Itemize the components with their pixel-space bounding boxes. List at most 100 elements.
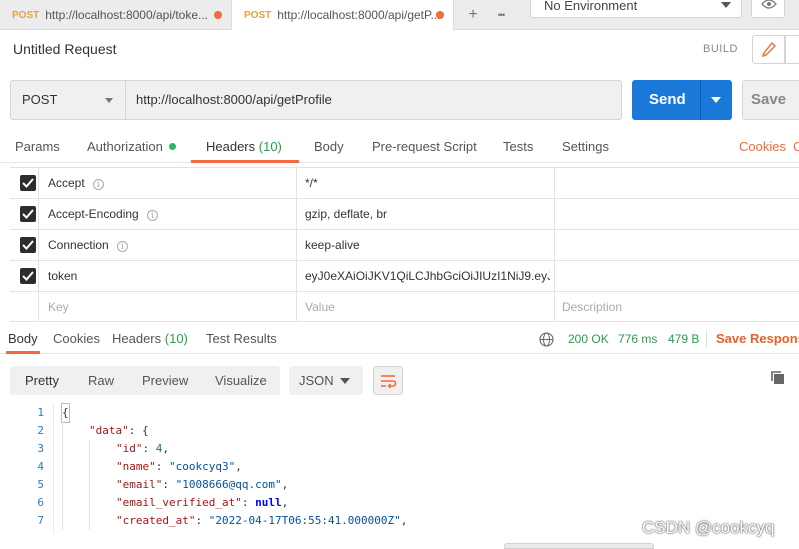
code-text: "id": 4, bbox=[116, 440, 169, 458]
description-input[interactable]: Description bbox=[562, 292, 622, 322]
indent-guide bbox=[62, 458, 63, 476]
check-icon bbox=[22, 240, 34, 250]
row-checkbox[interactable] bbox=[20, 175, 36, 191]
response-tab-body[interactable]: Body bbox=[8, 331, 38, 346]
json-key: "id" bbox=[116, 442, 143, 455]
cookies-link[interactable]: Cookies bbox=[739, 139, 786, 154]
table-row-new: Key Value Description bbox=[10, 291, 799, 322]
code-link[interactable]: C bbox=[793, 139, 799, 154]
method-select[interactable]: POST bbox=[10, 80, 126, 120]
column-divider bbox=[554, 261, 555, 291]
response-tab-headers[interactable]: Headers (10) bbox=[112, 331, 188, 346]
json-separator: : bbox=[128, 424, 142, 437]
json-separator: : bbox=[155, 460, 169, 473]
column-divider bbox=[38, 292, 39, 322]
active-dot-icon bbox=[168, 143, 176, 150]
environment-quick-look-button[interactable] bbox=[751, 0, 785, 18]
more-tabs-button[interactable]: ••• bbox=[487, 0, 515, 30]
row-checkbox[interactable] bbox=[20, 206, 36, 222]
copy-icon[interactable] bbox=[770, 370, 786, 386]
response-tab-test-results[interactable]: Test Results bbox=[206, 331, 277, 346]
header-value[interactable]: keep-alive bbox=[305, 230, 360, 260]
response-body-code[interactable]: 1{2 "data": {3 "id": 4, 4 "name": "cookcyq3"… bbox=[0, 403, 799, 530]
column-divider bbox=[554, 168, 555, 198]
json-string: "cookcyq3" bbox=[169, 460, 236, 473]
edit-button[interactable] bbox=[752, 35, 785, 64]
method-label: POST bbox=[22, 92, 58, 107]
json-comma: , bbox=[162, 442, 169, 455]
tab-authorization-label: Authorization bbox=[87, 139, 163, 154]
column-divider bbox=[296, 168, 297, 198]
tab-params[interactable]: Params bbox=[15, 139, 60, 154]
code-line: 2 "data": { bbox=[0, 422, 799, 440]
response-time[interactable]: 776 ms bbox=[618, 332, 657, 346]
code-line: 1{ bbox=[0, 403, 799, 423]
indent-guide bbox=[89, 512, 90, 530]
json-comma: , bbox=[235, 460, 242, 473]
format-pretty[interactable]: Pretty bbox=[25, 373, 59, 388]
json-separator: : bbox=[241, 496, 256, 509]
url-input[interactable]: http://localhost:8000/api/getProfile bbox=[125, 80, 622, 120]
column-divider bbox=[296, 261, 297, 291]
wrap-lines-button[interactable] bbox=[373, 366, 403, 395]
response-format-group: Pretty Raw Preview Visualize bbox=[10, 366, 280, 395]
key-input[interactable]: Key bbox=[48, 292, 69, 322]
check-icon bbox=[22, 209, 34, 219]
row-checkbox[interactable] bbox=[20, 268, 36, 284]
header-key-text: Accept bbox=[48, 176, 85, 190]
tab-label: http://localhost:8000/api/getP... bbox=[277, 8, 441, 22]
header-value[interactable]: gzip, deflate, br bbox=[305, 199, 387, 229]
header-key[interactable]: Connection i bbox=[48, 230, 128, 260]
request-title[interactable]: Untitled Request bbox=[13, 41, 117, 57]
tab-settings[interactable]: Settings bbox=[562, 139, 609, 154]
json-separator: : bbox=[162, 478, 176, 491]
code-line: 3 "id": 4, bbox=[0, 440, 799, 458]
table-row: token eyJ0eXAiOiJKV1QiLCJhbGciOiJIUzI1Ni… bbox=[10, 260, 799, 291]
save-button[interactable]: Save bbox=[742, 80, 799, 120]
tab-body[interactable]: Body bbox=[314, 139, 344, 154]
bottom-scroll-tab[interactable] bbox=[504, 543, 654, 549]
format-preview[interactable]: Preview bbox=[142, 373, 188, 388]
response-headers-count: (10) bbox=[164, 331, 188, 346]
indent-guide bbox=[89, 476, 90, 494]
language-select[interactable]: JSON bbox=[289, 366, 363, 395]
format-visualize[interactable]: Visualize bbox=[215, 373, 267, 388]
check-icon bbox=[22, 271, 34, 281]
docs-button[interactable] bbox=[785, 35, 799, 64]
json-key: "name" bbox=[116, 460, 156, 473]
header-key[interactable]: token bbox=[48, 261, 77, 291]
tab-tests[interactable]: Tests bbox=[503, 139, 533, 154]
line-number: 2 bbox=[37, 424, 44, 437]
tab-headers[interactable]: Headers (10) bbox=[206, 139, 282, 154]
response-size[interactable]: 479 B bbox=[668, 332, 699, 346]
column-divider bbox=[38, 168, 39, 198]
json-comma: , bbox=[400, 514, 408, 527]
header-key[interactable]: Accept-Encoding i bbox=[48, 199, 158, 229]
save-response-button[interactable]: Save Response bbox=[716, 331, 799, 346]
status-code[interactable]: 200 OK bbox=[568, 332, 609, 346]
pencil-icon bbox=[762, 42, 776, 58]
value-input[interactable]: Value bbox=[305, 292, 335, 322]
new-tab-button[interactable]: + bbox=[459, 0, 487, 30]
response-tab-cookies[interactable]: Cookies bbox=[53, 331, 100, 346]
row-checkbox[interactable] bbox=[20, 237, 36, 253]
chevron-down-icon[interactable] bbox=[711, 97, 721, 103]
code-line: 6 "email_verified_at": null, bbox=[0, 494, 799, 512]
tab-authorization[interactable]: Authorization bbox=[87, 139, 176, 154]
header-key[interactable]: Accept i bbox=[48, 168, 104, 198]
header-value[interactable]: eyJ0eXAiOiJKV1QiLCJhbGciOiJIUzI1NiJ9.eyJ… bbox=[305, 261, 550, 291]
header-value[interactable]: */* bbox=[305, 168, 318, 198]
tab-method: POST bbox=[244, 9, 272, 21]
format-raw[interactable]: Raw bbox=[88, 373, 114, 388]
send-button[interactable]: Send bbox=[632, 80, 732, 120]
environment-select[interactable]: No Environment bbox=[530, 0, 742, 18]
wrap-icon bbox=[381, 375, 397, 389]
globe-icon[interactable] bbox=[539, 332, 554, 347]
active-tab-indicator bbox=[6, 351, 40, 354]
request-tab-getprofile[interactable]: POST http://localhost:8000/api/getP... bbox=[232, 0, 454, 31]
check-icon bbox=[22, 178, 34, 188]
request-tab-token[interactable]: POST http://localhost:8000/api/toke... bbox=[0, 0, 232, 30]
tab-pre-request-script[interactable]: Pre-request Script bbox=[372, 139, 477, 154]
indent-guide bbox=[62, 494, 63, 512]
line-number: 6 bbox=[37, 496, 44, 509]
